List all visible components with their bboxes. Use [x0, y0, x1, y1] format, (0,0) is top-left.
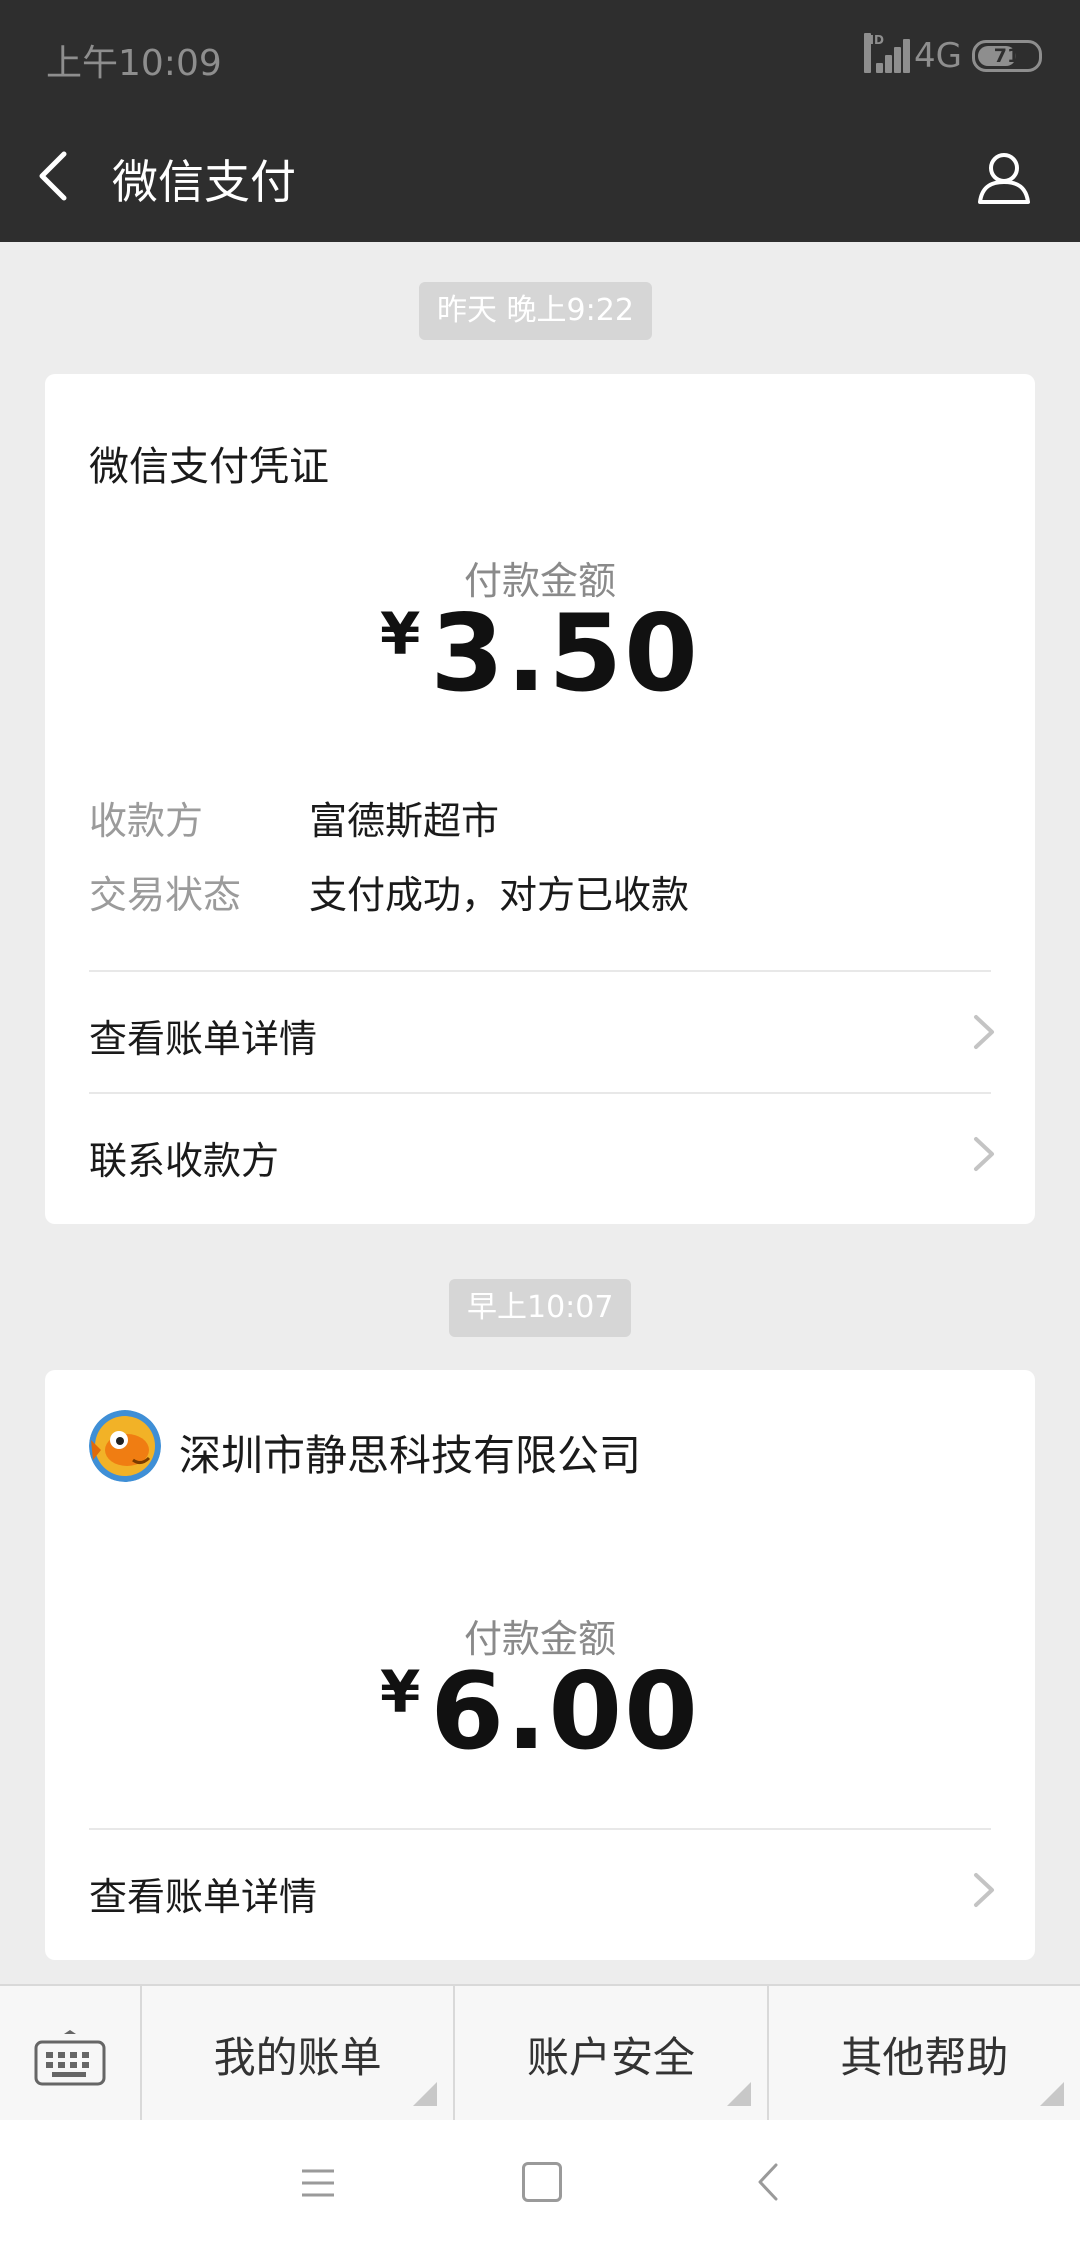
submenu-indicator-icon	[726, 2082, 751, 2106]
amount-value: 3.50	[430, 592, 700, 715]
contact-payee-row[interactable]: 联系收款方	[45, 1094, 1035, 1216]
submenu-indicator-icon	[413, 2082, 438, 2106]
currency-symbol: ¥	[380, 600, 421, 668]
merchant-name: 深圳市静思科技有限公司	[179, 1431, 642, 1480]
currency-symbol: ¥	[380, 1658, 421, 1726]
view-bill-row[interactable]: 查看账单详情	[45, 1830, 1035, 1952]
bottom-menu-bar: 我的账单 账户安全 其他帮助	[0, 1984, 1080, 2122]
user-profile-icon[interactable]	[974, 148, 1034, 208]
view-bill-row[interactable]: 查看账单详情	[45, 972, 1035, 1094]
back-arrow-icon[interactable]	[34, 148, 74, 204]
merchant-avatar-icon	[89, 1410, 161, 1482]
contact-payee-label: 联系收款方	[89, 1139, 280, 1183]
menu-other-help-label: 其他帮助	[840, 2032, 1009, 2082]
keyboard-icon	[34, 2030, 106, 2086]
menu-account-security[interactable]: 账户安全	[455, 1986, 769, 2122]
payee-value: 富德斯超市	[309, 799, 500, 843]
status-icons: HD 4G 71	[864, 33, 1042, 76]
merchant-payment-card: 深圳市静思科技有限公司 付款金额 ¥6.00 查看账单详情	[45, 1370, 1035, 1960]
home-icon[interactable]	[522, 2162, 562, 2202]
submenu-indicator-icon	[1039, 2082, 1064, 2106]
view-bill-label: 查看账单详情	[89, 1017, 318, 1061]
timestamp-chip: 昨天 晚上9:22	[419, 282, 652, 340]
chevron-right-icon	[974, 1137, 994, 1171]
payee-key: 收款方	[89, 799, 204, 843]
keyboard-toggle-button[interactable]	[0, 1986, 142, 2122]
amount-display: ¥6.00	[45, 1650, 1035, 1773]
menu-my-bills-label: 我的账单	[213, 2032, 382, 2082]
menu-icon[interactable]	[300, 2166, 336, 2200]
battery-icon: 71	[972, 40, 1042, 72]
timestamp-chip: 早上10:07	[449, 1279, 632, 1337]
signal-icon: HD	[864, 33, 911, 73]
status-time: 上午10:09	[46, 43, 222, 84]
menu-account-security-label: 账户安全	[526, 2032, 695, 2082]
chevron-right-icon	[974, 1015, 994, 1049]
menu-other-help[interactable]: 其他帮助	[769, 1986, 1080, 2122]
top-bar: 上午10:09 HD 4G 71 微信支付	[0, 0, 1080, 242]
card-title: 微信支付凭证	[89, 444, 329, 490]
payment-receipt-card: 微信支付凭证 付款金额 ¥3.50 收款方 富德斯超市 交易状态 支付成功，对方…	[45, 374, 1035, 1224]
chevron-right-icon	[974, 1873, 994, 1907]
network-type: 4G	[914, 36, 962, 76]
amount-display: ¥3.50	[45, 592, 1035, 715]
page-title: 微信支付	[112, 155, 296, 209]
view-bill-label: 查看账单详情	[89, 1875, 318, 1919]
nav-back-icon[interactable]	[756, 2162, 780, 2202]
hd-label: HD	[864, 33, 884, 73]
battery-level: 71	[993, 45, 1021, 67]
status-key: 交易状态	[89, 873, 242, 917]
amount-value: 6.00	[430, 1650, 700, 1773]
status-value: 支付成功，对方已收款	[309, 873, 690, 917]
menu-my-bills[interactable]: 我的账单	[142, 1986, 456, 2122]
system-nav-bar	[0, 2120, 1080, 2248]
